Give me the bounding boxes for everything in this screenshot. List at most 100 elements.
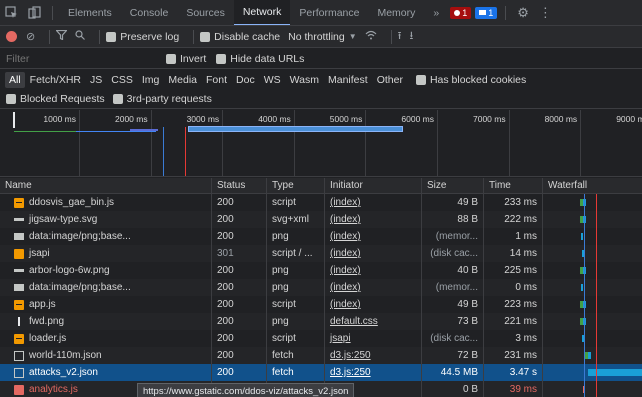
type-filter-js[interactable]: JS — [86, 72, 106, 88]
request-name[interactable]: loader.js — [0, 330, 212, 347]
filter-icon[interactable] — [55, 29, 69, 43]
request-initiator-link[interactable]: (index) — [330, 197, 361, 208]
table-row[interactable]: loader.js 200 script jsapi (disk cac... 3 ms — [0, 330, 642, 347]
request-name[interactable]: data:image/png;base... — [0, 279, 212, 296]
search-icon[interactable] — [75, 30, 86, 43]
table-row[interactable]: arbor-logo-6w.png 200 png (index) 40 B 225 ms — [0, 262, 642, 279]
table-row[interactable]: ddosvis_gae_bin.js 200 script (index) 49 B 23… — [0, 194, 642, 211]
overview-gridline — [437, 110, 438, 176]
request-name[interactable]: attacks_v2.json — [0, 364, 212, 381]
request-size: 49 B — [422, 296, 484, 313]
type-filter-wasm[interactable]: Wasm — [286, 72, 323, 88]
record-icon[interactable] — [6, 31, 17, 42]
device-toolbar-icon[interactable] — [23, 0, 46, 25]
column-waterfall[interactable]: Waterfall — [543, 178, 642, 193]
column-name[interactable]: Name — [0, 178, 212, 193]
request-initiator-link[interactable]: (index) — [330, 248, 361, 259]
third-party-checkbox[interactable] — [112, 94, 123, 104]
table-row[interactable]: app.js 200 script (index) 49 B 223 ms — [0, 296, 642, 313]
type-filter-img[interactable]: Img — [138, 72, 164, 88]
type-filter-css[interactable]: CSS — [107, 72, 137, 88]
clear-icon[interactable]: ⊘ — [26, 30, 35, 43]
filter-bar: Invert Hide data URLs — [0, 49, 642, 69]
filter-input[interactable] — [6, 52, 156, 65]
inspect-element-icon[interactable] — [0, 0, 23, 25]
request-waterfall — [543, 245, 642, 262]
import-har-icon[interactable]: ⭱ — [398, 27, 402, 46]
column-type[interactable]: Type — [267, 178, 325, 193]
request-name[interactable]: arbor-logo-6w.png — [0, 262, 212, 279]
tab-console[interactable]: Console — [121, 0, 178, 25]
column-time[interactable]: Time — [484, 178, 543, 193]
type-filter-media[interactable]: Media — [164, 72, 201, 88]
request-name[interactable]: jsapi — [0, 245, 212, 262]
chevron-down-icon[interactable]: ▼ — [349, 32, 357, 41]
error-count-badge[interactable]: 1 — [450, 6, 472, 19]
type-filter-other[interactable]: Other — [373, 72, 407, 88]
request-initiator-link[interactable]: (index) — [330, 282, 361, 293]
more-tabs-button[interactable]: » — [424, 0, 448, 25]
type-filter-doc[interactable]: Doc — [232, 72, 259, 88]
request-size: 72 B — [422, 347, 484, 364]
tab-performance[interactable]: Performance — [290, 0, 368, 25]
request-name[interactable]: world-110m.json — [0, 347, 212, 364]
table-row[interactable]: world-110m.json 200 fetch d3.js:250 72 B 231 … — [0, 347, 642, 364]
more-options-icon[interactable]: ⋮ — [534, 0, 557, 25]
invert-option[interactable]: Invert — [166, 53, 206, 65]
blocked-requests-checkbox[interactable] — [6, 94, 16, 104]
request-initiator-link[interactable]: d3.js:250 — [330, 350, 371, 361]
request-name[interactable]: ddosvis_gae_bin.js — [0, 194, 212, 211]
request-initiator-link[interactable]: (index) — [330, 265, 361, 276]
table-row[interactable]: data:image/png;base... 200 png (index) (memo… — [0, 279, 642, 296]
preserve-log-checkbox[interactable] — [106, 31, 117, 42]
table-row[interactable]: attacks_v2.json 200 fetch d3.js:250 44.5 MB 3… — [0, 364, 642, 381]
column-initiator[interactable]: Initiator — [325, 178, 422, 193]
request-status: 200 — [212, 364, 267, 381]
tab-network[interactable]: Network — [233, 0, 291, 25]
request-name[interactable]: jigsaw-type.svg — [0, 211, 212, 228]
disable-cache-checkbox[interactable] — [200, 31, 211, 42]
throttling-select[interactable]: No throttling — [288, 31, 345, 43]
disable-cache-label: Disable cache — [214, 30, 281, 43]
request-name[interactable]: data:image/png;base... — [0, 228, 212, 245]
type-filter-ws[interactable]: WS — [260, 72, 285, 88]
request-time: 222 ms — [484, 211, 543, 228]
overview-tick-label: 5000 ms — [329, 114, 363, 124]
type-filter-manifest[interactable]: Manifest — [324, 72, 372, 88]
js-file-icon — [14, 197, 24, 208]
request-initiator-link[interactable]: jsapi — [330, 333, 351, 344]
tab-memory[interactable]: Memory — [368, 0, 424, 25]
request-name[interactable]: fwd.png — [0, 313, 212, 330]
table-header: Name Status Type Initiator Size Time Wat… — [0, 178, 642, 194]
network-overview-timeline[interactable]: 1000 ms 2000 ms 3000 ms 4000 ms 5000 ms 6000 … — [0, 110, 642, 177]
request-initiator-link[interactable]: default.css — [330, 316, 378, 327]
export-har-icon[interactable]: ⭳ — [410, 27, 414, 46]
request-size: 73 B — [422, 313, 484, 330]
has-blocked-cookies-option[interactable]: Has blocked cookies — [415, 74, 526, 86]
request-initiator-link[interactable]: (index) — [330, 214, 361, 225]
column-size[interactable]: Size — [422, 178, 484, 193]
tab-elements[interactable]: Elements — [59, 0, 121, 25]
settings-gear-icon[interactable]: ⚙ — [512, 0, 534, 25]
request-initiator-link[interactable]: (index) — [330, 231, 361, 242]
request-initiator-link[interactable]: (index) — [330, 299, 361, 310]
hide-data-urls-checkbox[interactable] — [216, 53, 227, 64]
request-time: 223 ms — [484, 296, 543, 313]
request-name[interactable]: app.js — [0, 296, 212, 313]
type-filter-fetch-xhr[interactable]: Fetch/XHR — [26, 72, 85, 88]
invert-checkbox[interactable] — [166, 53, 176, 64]
table-row[interactable]: jigsaw-type.svg 200 svg+xml (index) 88 B 222 … — [0, 211, 642, 228]
type-filter-font[interactable]: Font — [202, 72, 231, 88]
table-row[interactable]: data:image/png;base... 200 png (index) (memo… — [0, 228, 642, 245]
hide-data-urls-option[interactable]: Hide data URLs — [216, 53, 304, 65]
message-count-badge[interactable]: 1 — [475, 6, 498, 19]
table-row[interactable]: fwd.png 200 png default.css 73 B 221 ms — [0, 313, 642, 330]
table-row[interactable]: jsapi 301 script / ... (index) (disk cac... 1… — [0, 245, 642, 262]
type-filter-all[interactable]: All — [5, 71, 25, 88]
request-initiator-link[interactable]: d3.js:250 — [330, 367, 371, 378]
has-blocked-cookies-checkbox[interactable] — [415, 74, 426, 85]
network-conditions-icon[interactable] — [365, 30, 377, 43]
column-status[interactable]: Status — [212, 178, 267, 193]
tab-sources[interactable]: Sources — [177, 0, 234, 25]
overview-drag-handle[interactable] — [13, 112, 15, 128]
